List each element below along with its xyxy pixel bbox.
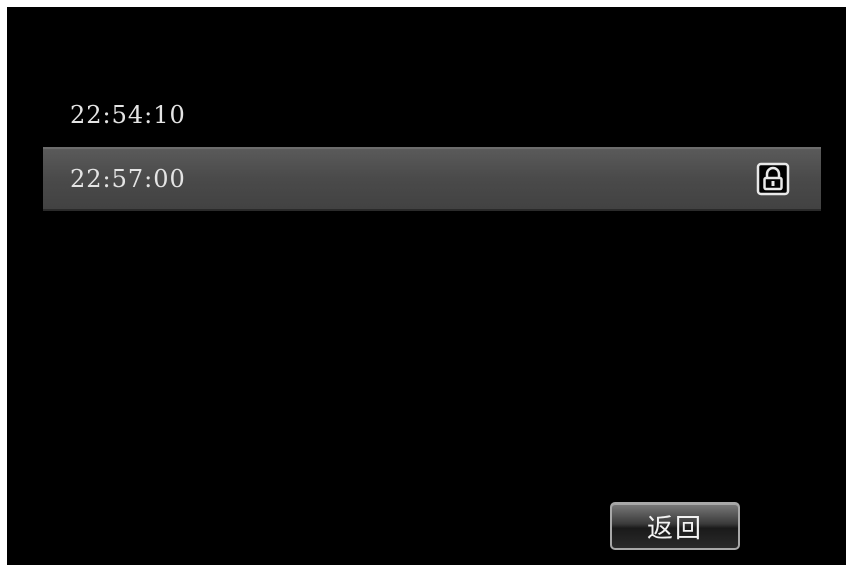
recording-time: 22:54:10 [70,101,186,129]
recording-list: 22:54:10 22:57:00 [43,83,821,211]
recording-time: 22:57:00 [70,165,186,193]
list-item[interactable]: 22:54:10 [43,83,821,147]
lock-icon [755,161,791,197]
playback-file-list-screen: 22:54:10 22:57:00 返回 [7,7,846,565]
list-item-selected[interactable]: 22:57:00 [43,147,821,211]
back-button[interactable]: 返回 [610,502,740,550]
